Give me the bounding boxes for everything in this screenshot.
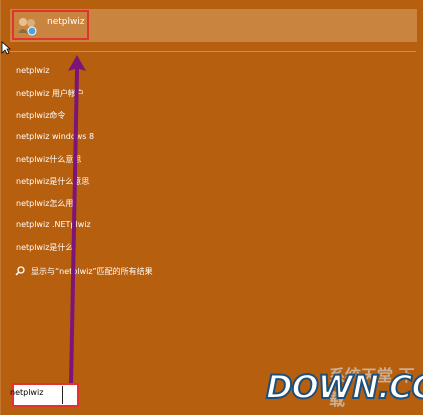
top-result-highlight [12,10,89,40]
suggestion-item[interactable]: netplwiz命令 [16,110,65,121]
search-icon [15,266,25,276]
annotation-arrow [68,55,86,385]
search-input-value: netplwiz [10,388,44,397]
suggestion-item[interactable]: netplwiz [16,66,49,75]
divider [10,51,416,52]
watermark-logo: DOWN.CC [265,367,423,407]
text-caret [62,386,63,404]
mouse-cursor-icon [1,41,11,55]
